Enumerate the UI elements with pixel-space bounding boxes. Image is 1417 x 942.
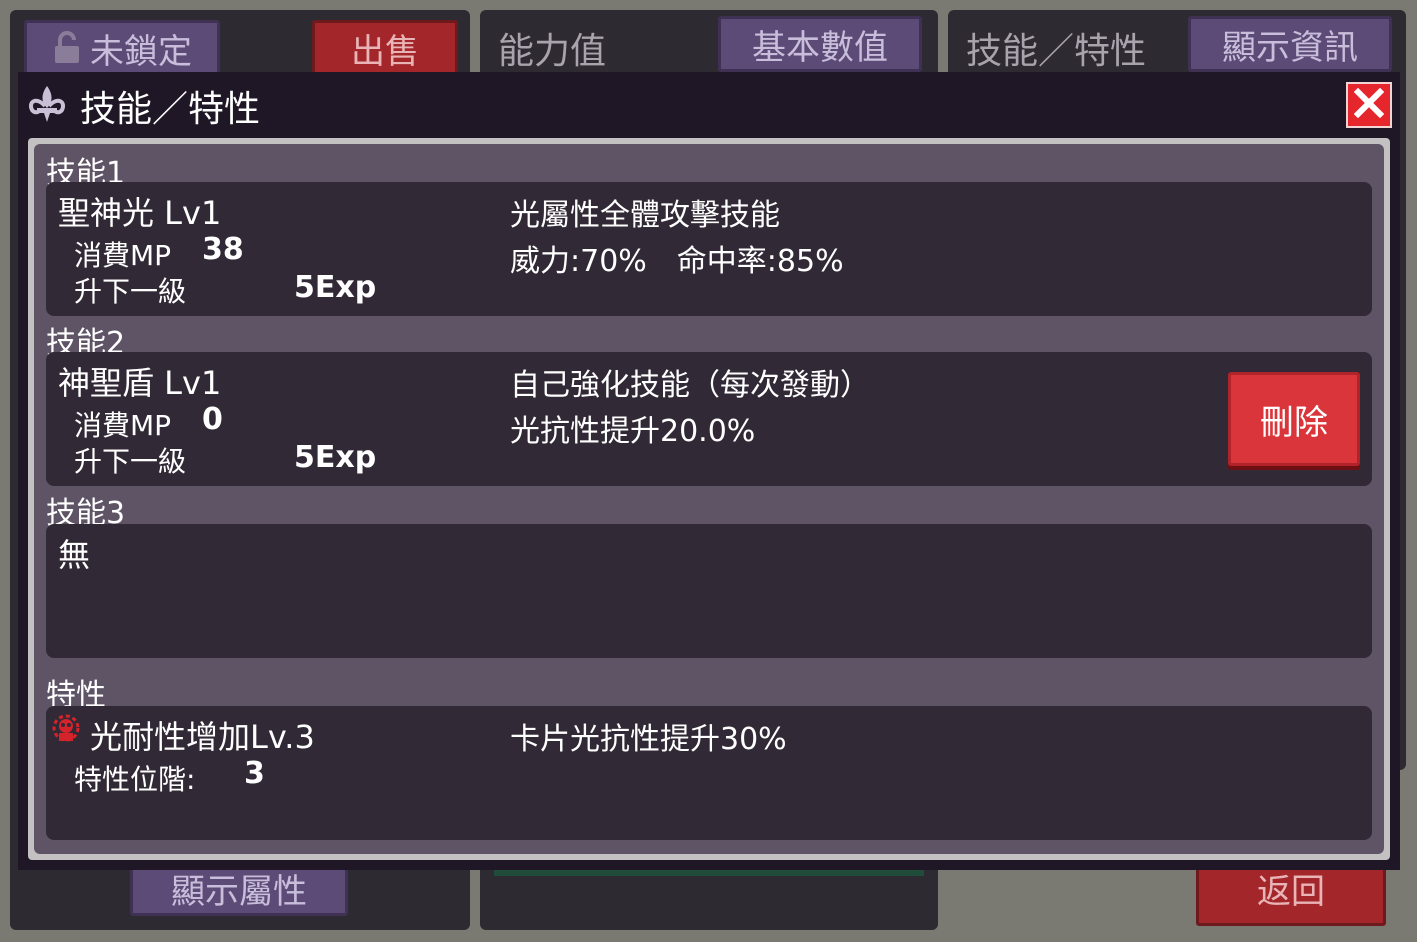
show-info-button[interactable]: 顯示資訊 [1188,16,1392,72]
trait-name: 光耐性增加Lv.3 [90,718,315,756]
skill-2-next-level-label: 升下一級 [74,445,187,478]
show-info-label: 顯示資訊 [1222,27,1358,68]
sell-button-label: 出售 [351,31,419,72]
skill-2-description: 自己強化技能（每次發動） [510,368,870,403]
dialog-titlebar: 技能／特性 [18,72,1400,134]
basic-values-label: 基本數值 [752,27,888,68]
back-button-label: 返回 [1257,871,1325,912]
dialog-body-frame: 技能1 聖神光 Lv1 消費MP 38 升下一級 5Exp 光屬性全體攻擊技能 … [28,138,1390,860]
skills-tab-label: 技能／特性 [966,31,1147,72]
trait-description: 卡片光抗性提升30% [510,722,787,757]
skill-2-card: 神聖盾 Lv1 消費MP 0 升下一級 5Exp 自己強化技能（每次發動） 光抗… [46,352,1372,486]
skills-traits-dialog: 技能／特性 技能1 聖神光 Lv1 消費MP 38 升下一級 5Exp 光屬性全… [18,72,1400,870]
skill-2-detail: 光抗性提升20.0% [510,414,756,449]
skill-1-description: 光屬性全體攻擊技能 [510,198,780,233]
close-button[interactable] [1346,82,1392,128]
skill-3-card: 無 [46,524,1372,658]
skill-1-mp-value: 38 [202,232,244,267]
red-crest-icon [50,712,82,746]
trait-rank-value: 3 [244,756,265,791]
skill-1-card: 聖神光 Lv1 消費MP 38 升下一級 5Exp 光屬性全體攻擊技能 威力:7… [46,182,1372,316]
skill-1-name: 聖神光 Lv1 [58,194,222,232]
trait-rank-label: 特性位階: [74,763,196,796]
delete-skill-label: 刪除 [1260,402,1328,443]
stats-tab-label: 能力值 [498,31,607,72]
skill-2-mp-label: 消費MP [74,409,172,442]
unlock-icon [52,31,82,65]
delete-skill-button[interactable]: 刪除 [1228,372,1360,466]
skill-2-mp-value: 0 [202,402,223,437]
sell-button[interactable]: 出售 [312,20,458,76]
skill-2-next-level-value: 5Exp [294,440,377,475]
skill-1-detail: 威力:70% 命中率:85% [510,244,844,279]
basic-values-button[interactable]: 基本數值 [718,16,922,72]
skill-2-name: 神聖盾 Lv1 [58,364,222,402]
lock-toggle-label: 未鎖定 [90,31,192,72]
close-icon [1353,87,1385,122]
lock-toggle-button[interactable]: 未鎖定 [24,20,220,76]
show-attributes-label: 顯示屬性 [171,871,307,912]
fleur-de-lis-icon [26,82,68,124]
dialog-title: 技能／特性 [80,89,261,130]
skill-1-next-level-label: 升下一級 [74,275,187,308]
trait-card: 光耐性增加Lv.3 特性位階: 3 卡片光抗性提升30% [46,706,1372,840]
skill-1-next-level-value: 5Exp [294,270,377,305]
skill-1-mp-label: 消費MP [74,239,172,272]
dialog-body[interactable]: 技能1 聖神光 Lv1 消費MP 38 升下一級 5Exp 光屬性全體攻擊技能 … [34,144,1384,854]
skill-3-name: 無 [58,536,91,574]
